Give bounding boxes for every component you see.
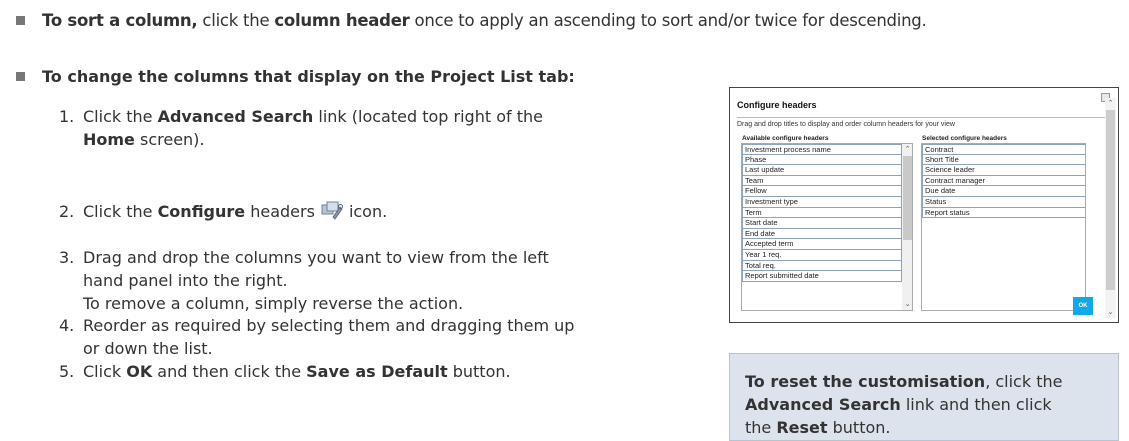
scroll-down-icon[interactable]: ⌄: [1106, 308, 1115, 317]
selected-item[interactable]: Contract: [922, 144, 1085, 155]
advanced-search-bold: Advanced Search: [157, 107, 314, 126]
available-item[interactable]: Investment type: [742, 196, 902, 208]
step-text: Click the Configure headers icon.: [83, 200, 387, 223]
note-text-b: link and then click: [900, 395, 1052, 414]
ok-button[interactable]: OK: [1073, 297, 1093, 315]
scroll-up-icon[interactable]: ⌃: [903, 145, 912, 154]
step-3-line-1: Drag and drop the columns you want to vi…: [83, 248, 549, 267]
selected-headers-title: Selected configure headers: [922, 135, 1007, 142]
available-item[interactable]: Last update: [742, 165, 902, 176]
sort-text: click the: [197, 11, 275, 30]
step-text: Reorder as required by selecting them an…: [83, 314, 574, 360]
available-item[interactable]: End date: [742, 228, 902, 240]
available-item[interactable]: Fellow: [742, 186, 902, 197]
selected-item[interactable]: Contract manager: [922, 175, 1085, 187]
available-item[interactable]: Accepted term: [742, 239, 902, 250]
reset-note: To reset the customisation, click the Ad…: [729, 353, 1119, 441]
configure-headers-icon: [321, 200, 343, 220]
step-2-text-a: Click the: [83, 202, 158, 221]
steps-list: 1. Click the Advanced Search link (locat…: [59, 105, 699, 381]
change-columns-heading: To change the columns that display on th…: [16, 65, 575, 88]
step-5: 5. Click OK and then click the Save as D…: [59, 360, 511, 383]
step-text: Click OK and then click the Save as Defa…: [83, 360, 511, 383]
selected-item[interactable]: Status: [922, 196, 1085, 208]
step-4-line-1: Reorder as required by selecting them an…: [83, 316, 575, 335]
available-item[interactable]: Report submitted date: [742, 271, 902, 282]
step-2-text-c: icon.: [348, 202, 388, 221]
sort-bold: To sort a column,: [42, 11, 198, 30]
selected-item[interactable]: Science leader: [922, 165, 1085, 176]
available-item[interactable]: Total req.: [742, 260, 902, 272]
step-1-text-c: screen).: [134, 130, 205, 149]
dialog-divider: [737, 117, 1111, 118]
step-3-line-2: hand panel into the right.: [83, 271, 288, 290]
step-text: Drag and drop the columns you want to vi…: [83, 246, 549, 315]
step-number: 5.: [59, 362, 75, 381]
step-3: 3. Drag and drop the columns you want to…: [59, 246, 549, 315]
scroll-up-icon[interactable]: ⌃: [1106, 99, 1115, 108]
available-item[interactable]: Term: [742, 207, 902, 219]
configure-headers-dialog: Configure headers Drag and drop titles t…: [729, 87, 1119, 323]
sort-instruction-text: To sort a column, click the column heade…: [42, 9, 927, 32]
home-bold: Home: [83, 130, 135, 149]
bullet-square: [16, 72, 25, 81]
step-4: 4. Reorder as required by selecting them…: [59, 314, 574, 360]
available-headers-list[interactable]: Investment process name Phase Last update T…: [741, 143, 913, 311]
sort-instruction: To sort a column, click the column heade…: [16, 9, 927, 32]
step-4-line-2: or down the list.: [83, 339, 213, 358]
change-columns-heading-text: To change the columns that display on th…: [42, 65, 575, 88]
available-item[interactable]: Investment process name: [742, 144, 902, 155]
available-item[interactable]: Start date: [742, 218, 902, 229]
available-headers-title: Available configure headers: [742, 135, 829, 142]
note-line-2: Advanced Search link and then click: [745, 393, 1103, 416]
change-heading-bold: To change the columns that display on th…: [42, 67, 575, 86]
configure-bold: Configure: [157, 202, 246, 221]
dialog-scrollbar[interactable]: ⌃ ⌄: [1105, 98, 1116, 318]
step-number: 4.: [59, 316, 75, 335]
bullet-square: [16, 16, 25, 25]
available-items: Investment process name Phase Last update T…: [742, 144, 902, 282]
step-5-text-a: Click: [83, 362, 127, 381]
selected-item[interactable]: Report status: [922, 207, 1085, 219]
available-list-scrollbar[interactable]: ⌃ ⌄: [902, 144, 912, 310]
column-header-bold: column header: [274, 11, 410, 30]
step-1-text-a: Click the: [83, 107, 158, 126]
scroll-thumb[interactable]: [1106, 110, 1115, 290]
step-number: 1.: [59, 107, 75, 126]
save-as-default-bold: Save as Default: [306, 362, 448, 381]
note-text-d: button.: [827, 418, 891, 437]
step-5-text-b: and then click the: [152, 362, 307, 381]
step-1: 1. Click the Advanced Search link (locat…: [59, 105, 699, 151]
sort-text-rest: once to apply an ascending to sort and/o…: [409, 11, 927, 30]
selected-item[interactable]: Short Title: [922, 154, 1085, 166]
available-item[interactable]: Phase: [742, 154, 902, 166]
note-line-1: To reset the customisation, click the: [745, 370, 1103, 393]
scroll-thumb[interactable]: [903, 156, 912, 240]
reset-customisation-bold: To reset the customisation: [745, 372, 986, 391]
scroll-down-icon[interactable]: ⌄: [903, 300, 912, 309]
step-2: 2. Click the Configure headers icon.: [59, 200, 387, 223]
available-item[interactable]: Year 1 req.: [742, 249, 902, 261]
dialog-title: Configure headers: [737, 100, 817, 110]
note-text-a: , click the: [985, 372, 1063, 391]
step-1-text-b: link (located top right of the: [313, 107, 543, 126]
step-5-text-c: button.: [447, 362, 511, 381]
step-number: 2.: [59, 202, 75, 221]
note-text-c: the: [745, 418, 777, 437]
note-line-3: the Reset button.: [745, 416, 1103, 439]
ok-bold: OK: [126, 362, 153, 381]
available-item[interactable]: Team: [742, 175, 902, 187]
step-2-text-b: headers: [245, 202, 315, 221]
step-text: Click the Advanced Search link (located …: [83, 105, 699, 151]
reset-bold: Reset: [776, 418, 828, 437]
dialog-instruction: Drag and drop titles to display and orde…: [737, 121, 955, 128]
selected-item[interactable]: Due date: [922, 186, 1085, 197]
selected-headers-list[interactable]: Contract Short Title Science leader Contrac…: [921, 143, 1086, 311]
step-number: 3.: [59, 248, 75, 267]
step-3-line-3: To remove a column, simply reverse the a…: [83, 294, 464, 313]
advanced-search-bold: Advanced Search: [745, 395, 901, 414]
selected-items: Contract Short Title Science leader Contrac…: [922, 144, 1085, 219]
